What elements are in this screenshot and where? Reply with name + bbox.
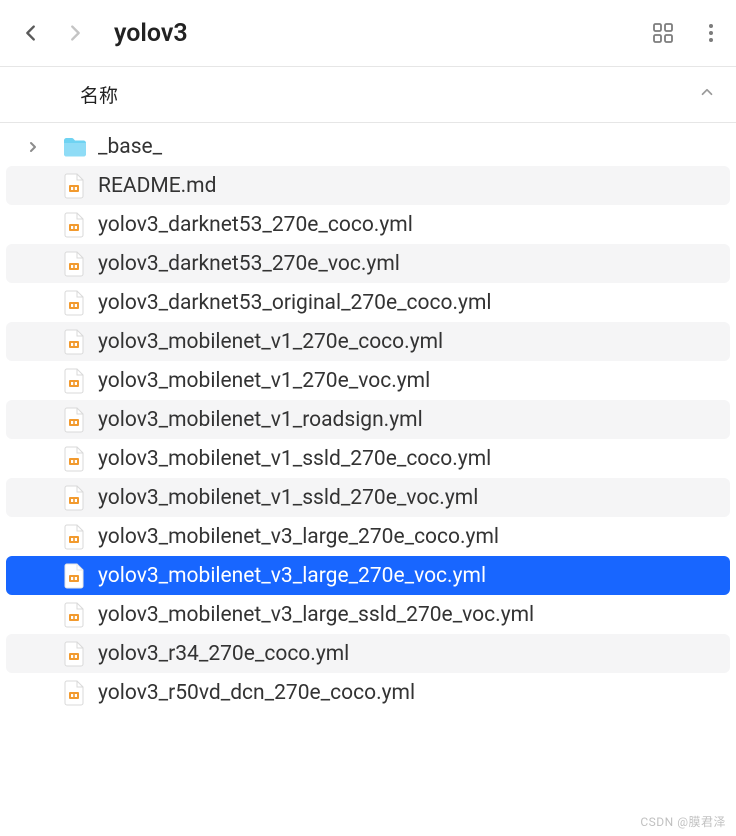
file-name: _base_ [98, 135, 162, 159]
file-row[interactable]: yolov3_mobilenet_v1_roadsign.yml [6, 400, 730, 439]
back-button[interactable] [12, 14, 50, 52]
name-column-label: 名称 [80, 81, 118, 108]
file-name: yolov3_mobilenet_v1_roadsign.yml [98, 408, 423, 432]
chevron-up-icon [698, 83, 716, 101]
file-row[interactable]: yolov3_mobilenet_v1_ssld_270e_coco.yml [6, 439, 730, 478]
file-name: README.md [98, 174, 216, 198]
file-list: _base_ README.md yolov3_darknet53_270e_c… [0, 123, 736, 716]
file-icon [62, 680, 88, 706]
file-icon [62, 251, 88, 277]
file-row[interactable]: yolov3_mobilenet_v3_large_270e_voc.yml [6, 556, 730, 595]
file-row[interactable]: yolov3_mobilenet_v3_large_270e_coco.yml [6, 517, 730, 556]
file-name: yolov3_mobilenet_v1_ssld_270e_voc.yml [98, 486, 478, 510]
file-icon [62, 641, 88, 667]
sort-indicator [698, 83, 716, 106]
file-icon [62, 290, 88, 316]
file-name: yolov3_mobilenet_v1_ssld_270e_coco.yml [98, 447, 491, 471]
file-name: yolov3_mobilenet_v1_270e_coco.yml [98, 330, 443, 354]
grid-icon [651, 21, 675, 45]
file-icon [62, 173, 88, 199]
file-name: yolov3_r50vd_dcn_270e_coco.yml [98, 681, 415, 705]
file-row[interactable]: yolov3_mobilenet_v1_270e_coco.yml [6, 322, 730, 361]
nav-arrows [12, 14, 94, 52]
more-button[interactable] [694, 16, 728, 50]
file-icon [62, 407, 88, 433]
file-name: yolov3_mobilenet_v3_large_ssld_270e_voc.… [98, 603, 534, 627]
disclosure-triangle[interactable] [26, 141, 40, 153]
file-icon [62, 212, 88, 238]
file-name: yolov3_darknet53_270e_coco.yml [98, 213, 413, 237]
chevron-left-icon [20, 22, 42, 44]
forward-button[interactable] [56, 14, 94, 52]
file-icon [62, 485, 88, 511]
file-icon [62, 329, 88, 355]
column-header[interactable]: 名称 [0, 67, 736, 123]
file-icon [62, 368, 88, 394]
folder-title: yolov3 [114, 19, 188, 48]
file-icon [62, 524, 88, 550]
file-icon [62, 563, 88, 589]
file-row[interactable]: yolov3_r34_270e_coco.yml [6, 634, 730, 673]
file-row[interactable]: yolov3_darknet53_270e_coco.yml [6, 205, 730, 244]
file-row[interactable]: yolov3_mobilenet_v1_270e_voc.yml [6, 361, 730, 400]
file-row[interactable]: README.md [6, 166, 730, 205]
toolbar: yolov3 [0, 0, 736, 67]
file-name: yolov3_darknet53_original_270e_coco.yml [98, 291, 492, 315]
view-grid-button[interactable] [646, 16, 680, 50]
folder-row[interactable]: _base_ [6, 127, 730, 166]
toolbar-right [646, 16, 728, 50]
file-name: yolov3_mobilenet_v1_270e_voc.yml [98, 369, 430, 393]
file-icon [62, 602, 88, 628]
file-row[interactable]: yolov3_r50vd_dcn_270e_coco.yml [6, 673, 730, 712]
watermark: CSDN @膜君泽 [640, 813, 726, 830]
chevron-right-icon [64, 22, 86, 44]
file-row[interactable]: yolov3_mobilenet_v3_large_ssld_270e_voc.… [6, 595, 730, 634]
folder-icon [62, 134, 88, 160]
file-name: yolov3_r34_270e_coco.yml [98, 642, 349, 666]
file-name: yolov3_mobilenet_v3_large_270e_voc.yml [98, 564, 486, 588]
more-vertical-icon [701, 22, 721, 44]
file-row[interactable]: yolov3_darknet53_original_270e_coco.yml [6, 283, 730, 322]
file-name: yolov3_mobilenet_v3_large_270e_coco.yml [98, 525, 499, 549]
file-name: yolov3_darknet53_270e_voc.yml [98, 252, 400, 276]
file-icon [62, 446, 88, 472]
file-row[interactable]: yolov3_darknet53_270e_voc.yml [6, 244, 730, 283]
file-row[interactable]: yolov3_mobilenet_v1_ssld_270e_voc.yml [6, 478, 730, 517]
